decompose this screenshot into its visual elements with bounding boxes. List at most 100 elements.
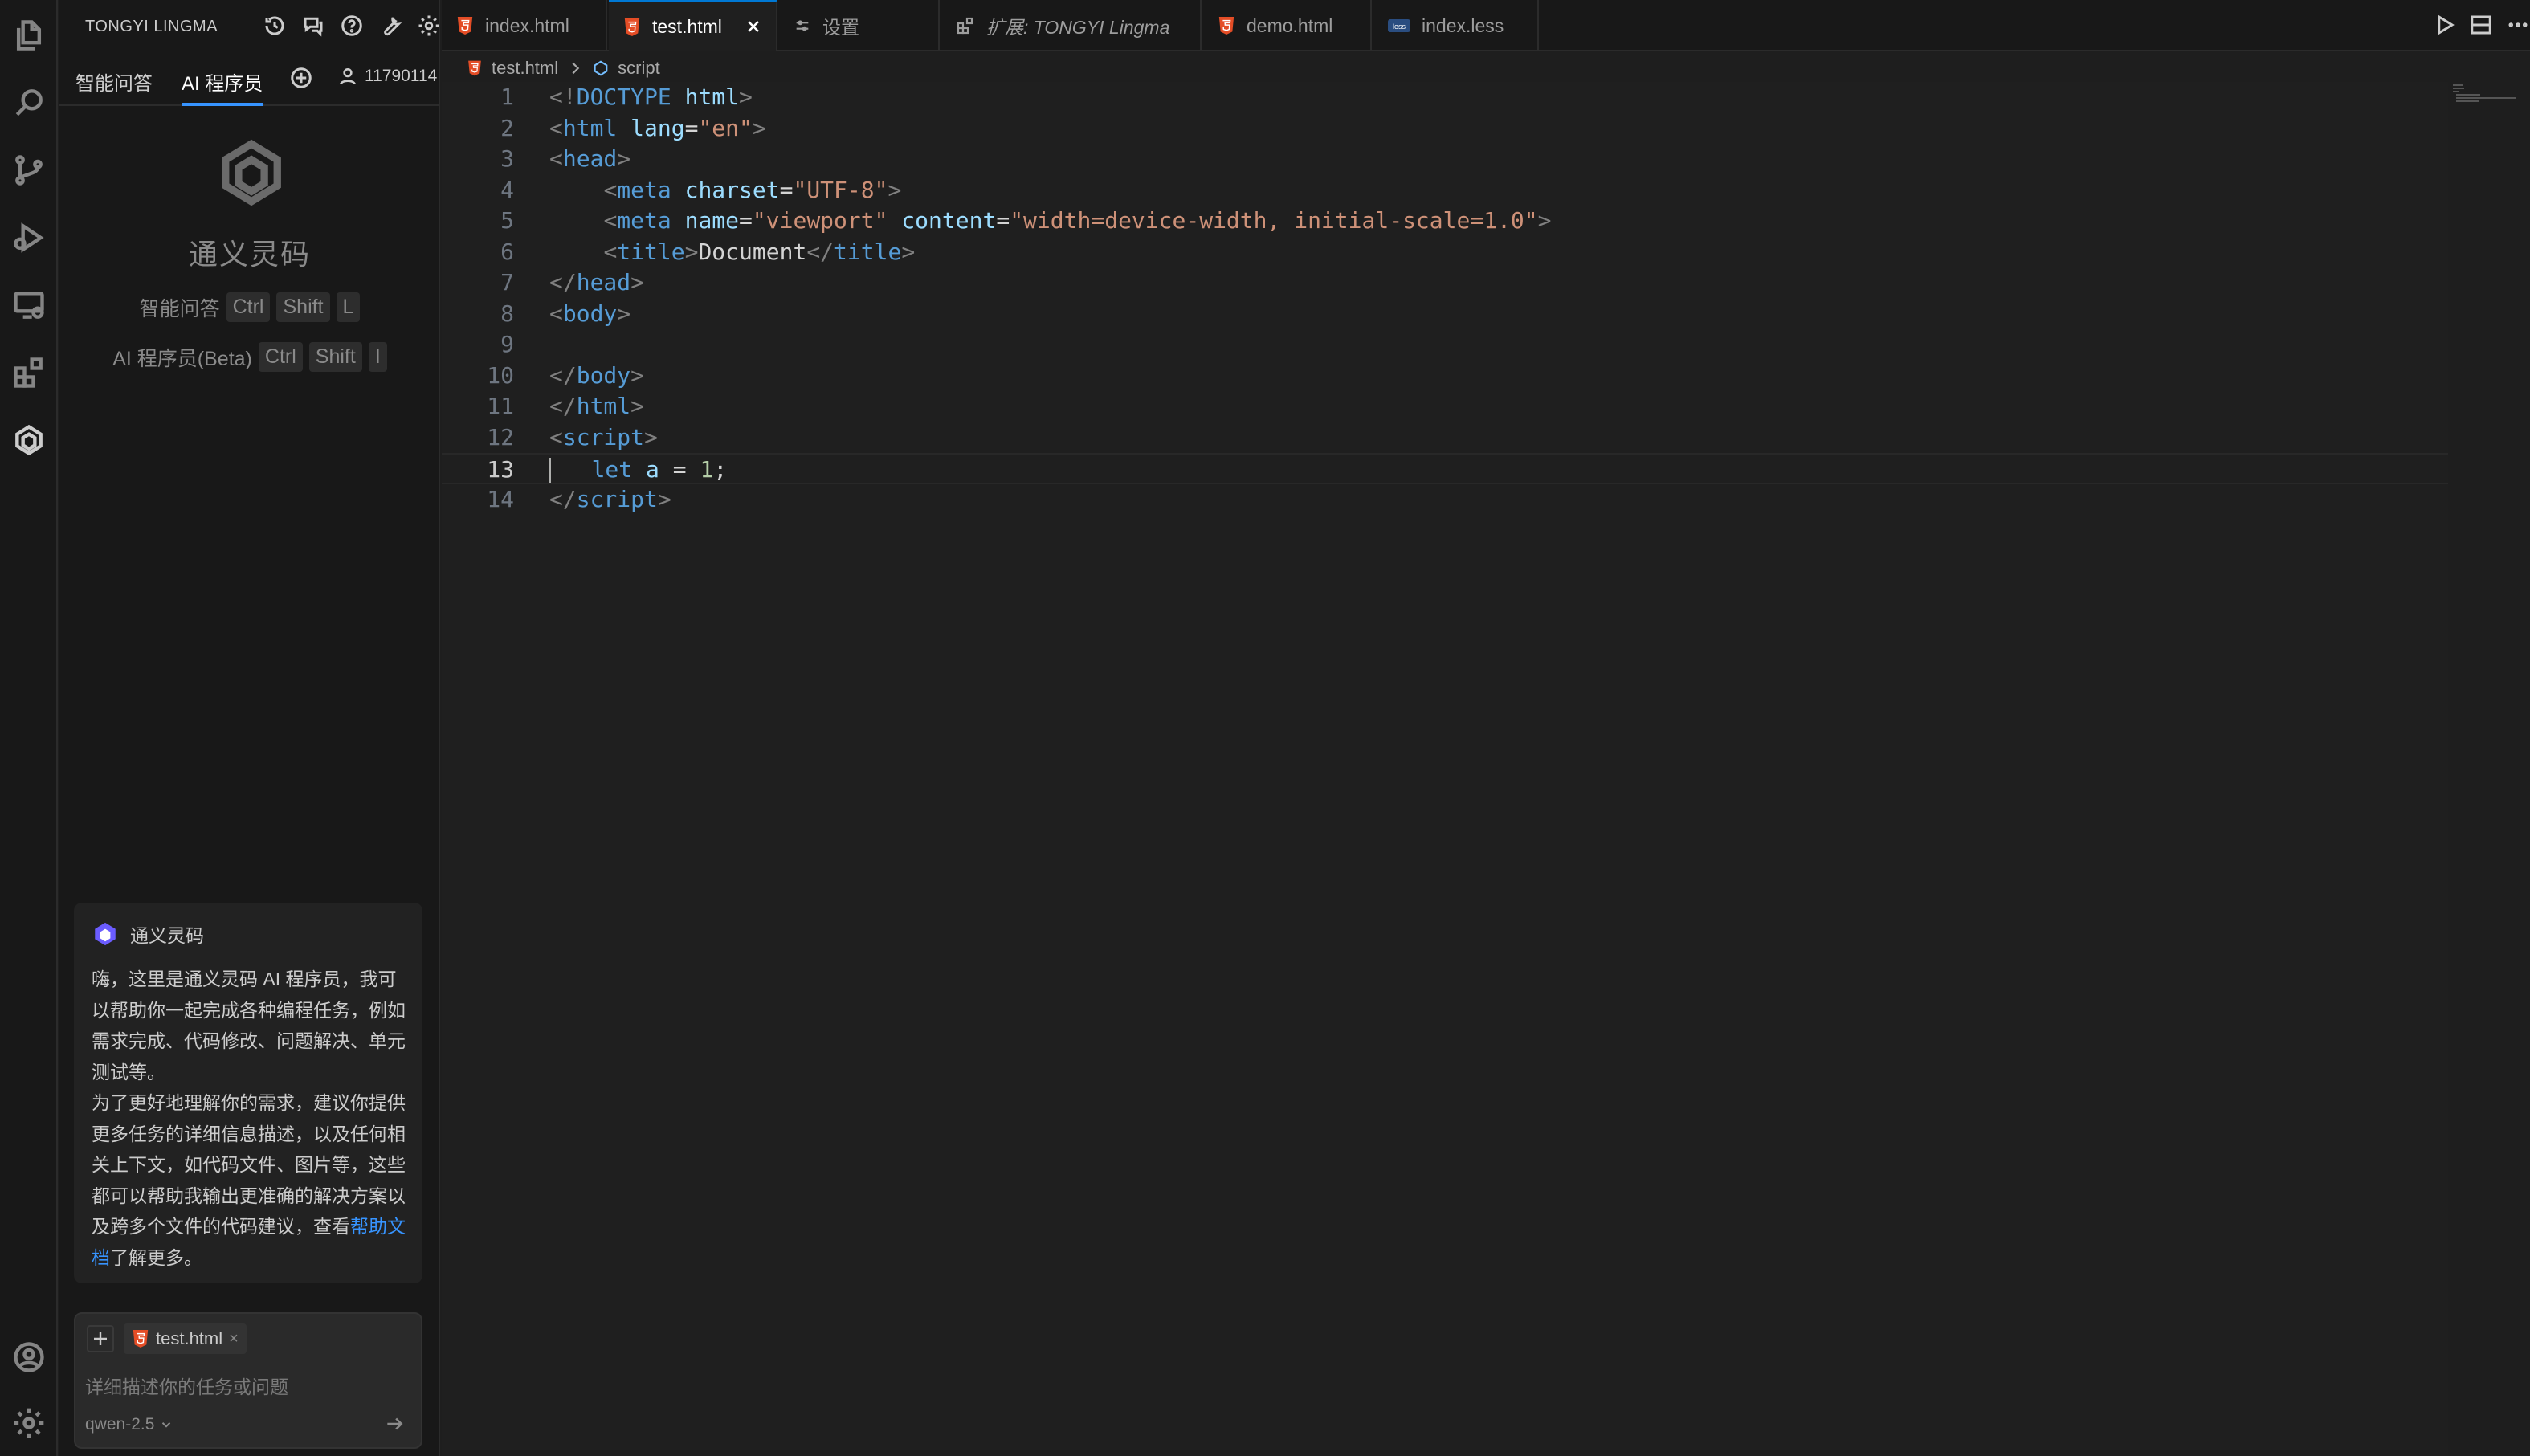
symbol-icon [594,60,608,76]
code-line: 5 <meta name="viewport" content="width=d… [442,206,2448,237]
welcome-message: 通义灵码 嗨，这里是通义灵码 AI 程序员，我可以帮助你一起完成各种编程任务，例… [74,903,422,1283]
lingma-logo-icon [222,139,281,206]
search-icon[interactable] [10,84,48,122]
lingma-sidebar: TONGYI LINGMA 智能问答 AI 程序员 11790114 通义灵码 … [59,0,440,1456]
breadcrumb: test.html script [466,55,660,82]
split-editor-icon[interactable] [2469,13,2493,41]
less-icon: less [1388,19,1410,32]
user-id: 11790114 [365,67,438,85]
shortcut-label: AI 程序员(Beta) [112,347,252,370]
explorer-icon[interactable] [10,16,48,55]
shortcut-ai-programmer: AI 程序员(Beta) Ctrl Shift I [59,342,440,372]
tab-label: index.html [485,14,569,36]
tab-demo-html[interactable]: demo.html [1203,0,1372,51]
editor-tabbar: index.html test.html 设置 扩展: TONGYI Lingm… [442,0,2530,51]
model-selector[interactable]: qwen-2.5 [85,1415,173,1434]
history-icon[interactable] [260,11,289,40]
account-icon[interactable] [10,1338,48,1376]
add-context-button[interactable] [87,1325,114,1352]
chat-input-field[interactable]: 详细描述你的任务或问题 [85,1372,288,1399]
extension-icon [957,17,973,35]
html5-icon [624,18,640,36]
sidebar-tabs: 智能问答 AI 程序员 11790114 [59,55,440,106]
tab-label: demo.html [1247,14,1333,36]
tab-settings[interactable]: 设置 [779,0,940,51]
minimap[interactable] [2451,82,2516,114]
activity-bar [0,0,58,1456]
close-tab-icon[interactable] [744,17,765,38]
source-control-icon[interactable] [10,151,48,190]
new-session-icon[interactable] [289,66,318,95]
code-line: 7 </head> [442,267,2448,299]
gear-icon[interactable] [414,11,443,40]
tab-label: 扩展: TONGYI Lingma [986,17,1170,38]
tab-index-less[interactable]: less index.less [1373,0,1539,51]
line-number: 3 [500,145,514,172]
run-icon[interactable] [2432,13,2456,41]
breadcrumb-file[interactable]: test.html [492,58,558,79]
code-line: 9 [442,329,2448,361]
tab-extension-lingma[interactable]: 扩展: TONGYI Lingma [941,0,1202,51]
tab-index-html[interactable]: index.html [442,0,607,51]
kbd-key: Ctrl [226,292,271,322]
kbd-key: Shift [276,292,330,322]
code-text: <meta name="viewport" content="width=dev… [603,207,1552,234]
run-debug-icon[interactable] [10,218,48,257]
code-line: 4 <meta charset="UTF-8"> [442,175,2448,206]
extensions-icon[interactable] [10,353,48,392]
code-line-current: 13 let a = 1; [442,453,2448,484]
context-file-name: test.html [156,1328,223,1348]
html5-icon [133,1330,149,1348]
code-text: </script> [549,485,671,512]
user-icon [340,68,356,85]
line-number: 11 [487,393,514,419]
line-number: 7 [500,269,514,296]
message-header: 通义灵码 [92,920,204,948]
help-icon[interactable] [337,11,366,40]
tab-smart-qa[interactable]: 智能问答 [75,67,153,106]
kbd-key: I [368,342,387,372]
wrench-icon[interactable] [376,11,405,40]
brand-name: 通义灵码 [188,238,311,271]
remote-explorer-icon[interactable] [10,286,48,324]
tab-test-html[interactable]: test.html [609,0,777,51]
code-line: 12 <script> [442,422,2448,454]
kbd-key: Shift [308,342,362,372]
chevron-down-icon [162,1422,171,1428]
shortcut-smart-qa: 智能问答 Ctrl Shift L [59,292,440,322]
code-text: <script> [549,423,658,451]
code-line: 3 <head> [442,144,2448,175]
message-paragraph: 为了更好地理解你的需求，建议你提供更多任务的详细信息描述，以及任何相关上下文，如… [92,1087,406,1273]
kbd-key: L [336,292,361,322]
line-number: 13 [487,456,514,483]
context-file-chip[interactable]: test.html × [124,1323,247,1354]
tab-label: 设置 [822,17,859,38]
code-text: <title>Document</title> [603,238,916,265]
breadcrumb-symbol[interactable]: script [618,58,660,79]
code-line: 8 <body> [442,299,2448,330]
remove-context-icon[interactable]: × [229,1330,239,1348]
settings-sliders-icon [796,20,809,31]
user-info[interactable]: 11790114 [337,66,437,87]
line-number: 10 [487,361,514,389]
chat-bubbles-icon[interactable] [299,11,328,40]
line-number: 6 [500,238,514,265]
tab-label: test.html [652,16,722,37]
manage-gear-icon[interactable] [10,1404,48,1442]
message-paragraph: 嗨，这里是通义灵码 AI 程序员，我可以帮助你一起完成各种编程任务，例如需求完成… [92,969,406,1083]
line-number: 5 [500,207,514,234]
send-arrow-icon [387,1417,403,1430]
tongyi-lingma-icon[interactable] [10,421,48,459]
line-number: 9 [500,331,514,357]
text-cursor [549,458,551,483]
html5-icon [1218,17,1234,35]
code-editor[interactable]: 1 <!DOCTYPE html> 2 <html lang="en"> 3 <hea… [442,82,2448,1456]
send-button[interactable] [384,1413,408,1438]
message-sender: 通义灵码 [130,925,204,946]
shortcut-label: 智能问答 [139,297,220,320]
message-text: 为了更好地理解你的需求，建议你提供更多任务的详细信息描述，以及任何相关上下文，如… [92,1092,406,1237]
more-actions-icon[interactable] [2506,13,2530,41]
tab-ai-programmer[interactable]: AI 程序员 [182,67,263,106]
sidebar-title: TONGYI LINGMA [85,18,218,35]
code-text: <head> [549,145,631,172]
